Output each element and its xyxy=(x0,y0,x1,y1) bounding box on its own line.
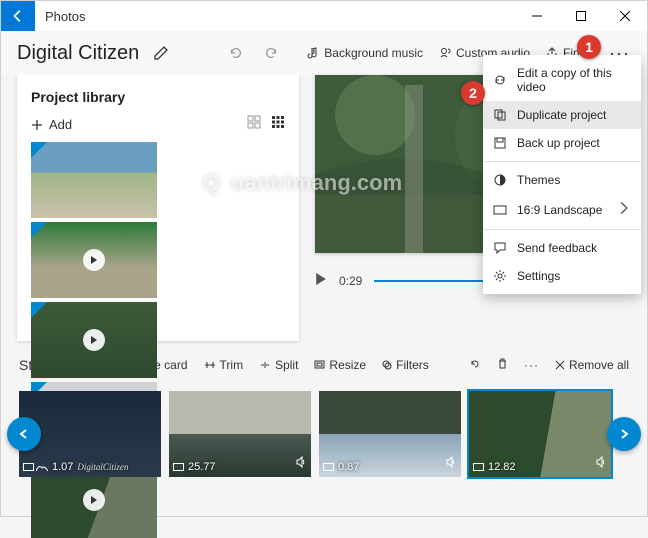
play-icon xyxy=(83,249,105,271)
library-panel: Project library Add xyxy=(17,75,299,341)
more-menu: Edit a copy of this video Duplicate proj… xyxy=(483,55,641,294)
menu-duplicate-project[interactable]: Duplicate project xyxy=(483,101,641,129)
menu-themes[interactable]: Themes xyxy=(483,166,641,194)
speaker-icon xyxy=(445,455,457,473)
play-button[interactable] xyxy=(315,273,327,288)
speaker-icon xyxy=(295,455,307,473)
window-controls xyxy=(515,1,647,31)
watermark: Quantrimang.com xyxy=(191,165,402,201)
rotate-button[interactable] xyxy=(469,358,481,373)
chevron-right-icon xyxy=(617,201,631,218)
app-title: Photos xyxy=(45,9,85,24)
clip-duration: 12.82 xyxy=(488,461,516,473)
storyboard-clip[interactable]: 0.87 xyxy=(319,391,461,477)
resize-button[interactable]: Resize xyxy=(314,358,366,372)
storyboard-more-button[interactable]: ··· xyxy=(524,358,539,372)
annotation-circle-2: 2 xyxy=(461,81,485,105)
close-button[interactable] xyxy=(603,1,647,31)
clip-duration: 25.77 xyxy=(188,461,216,473)
storyboard: 1.07DigitalCitizen 25.77 0.87 12.82 xyxy=(1,383,647,485)
maximize-button[interactable] xyxy=(559,1,603,31)
add-label: Add xyxy=(49,117,72,132)
current-time: 0:29 xyxy=(339,274,362,288)
speaker-icon xyxy=(595,455,607,473)
menu-send-feedback[interactable]: Send feedback xyxy=(483,234,641,262)
annotation-circle-1: 1 xyxy=(577,35,601,59)
storyboard-clip-selected[interactable]: 12.82 xyxy=(469,391,611,477)
titlebar: Photos xyxy=(1,1,647,31)
rename-button[interactable] xyxy=(153,45,169,61)
storyboard-prev-button[interactable] xyxy=(7,417,41,451)
trim-button[interactable]: Trim xyxy=(204,358,244,372)
back-button[interactable] xyxy=(1,1,35,31)
menu-aspect-ratio[interactable]: 16:9 Landscape xyxy=(483,194,641,225)
duplicate-icon xyxy=(493,108,507,122)
grid-small-icon[interactable] xyxy=(271,115,285,134)
gear-icon xyxy=(493,269,507,283)
storyboard-clip[interactable]: 25.77 xyxy=(169,391,311,477)
delete-button[interactable] xyxy=(497,358,508,373)
view-toggle xyxy=(247,115,285,134)
menu-edit-copy[interactable]: Edit a copy of this video xyxy=(483,59,641,101)
library-title: Project library xyxy=(31,89,285,105)
play-icon xyxy=(83,489,105,511)
library-thumb[interactable] xyxy=(31,142,157,218)
clip-duration: 1.07 xyxy=(52,461,73,473)
minimize-button[interactable] xyxy=(515,1,559,31)
remove-all-button[interactable]: Remove all xyxy=(555,358,629,372)
sync-icon xyxy=(493,73,507,87)
menu-backup-project[interactable]: Back up project xyxy=(483,129,641,157)
bg-music-label: Background music xyxy=(324,46,423,60)
project-name: Digital Citizen xyxy=(17,42,139,65)
undo-button[interactable] xyxy=(229,46,248,60)
feedback-icon xyxy=(493,241,507,255)
play-icon xyxy=(83,329,105,351)
filters-button[interactable]: Filters xyxy=(382,358,429,372)
library-thumb[interactable] xyxy=(31,222,157,298)
split-button[interactable]: Split xyxy=(259,358,298,372)
menu-settings[interactable]: Settings xyxy=(483,262,641,290)
theme-icon xyxy=(493,173,507,187)
clip-duration: 0.87 xyxy=(338,461,359,473)
redo-button[interactable] xyxy=(264,46,283,60)
add-button[interactable]: Add xyxy=(31,117,72,132)
library-thumb[interactable] xyxy=(31,302,157,378)
grid-large-icon[interactable] xyxy=(247,115,261,134)
bg-music-button[interactable]: Background music xyxy=(307,46,423,60)
aspect-icon xyxy=(493,203,507,217)
save-icon xyxy=(493,136,507,150)
storyboard-next-button[interactable] xyxy=(607,417,641,451)
